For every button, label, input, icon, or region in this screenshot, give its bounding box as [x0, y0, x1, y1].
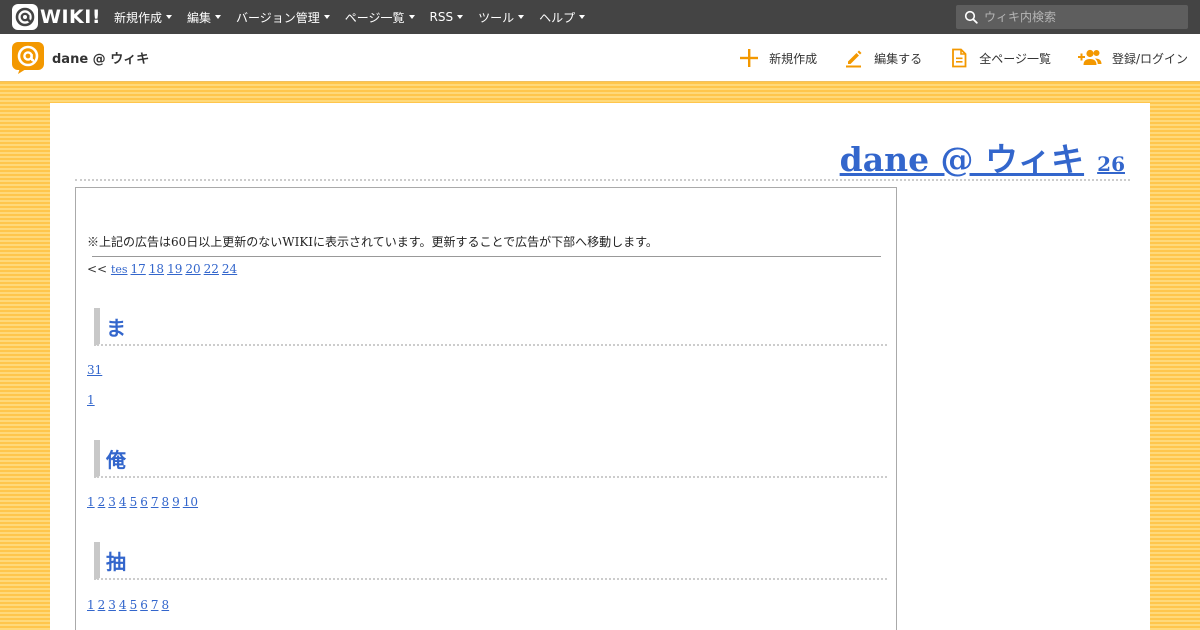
edit-page-button[interactable]: 編集する: [844, 48, 922, 68]
link-row: 12345678: [87, 598, 172, 612]
section-link[interactable]: 8: [161, 495, 169, 509]
action-label: 新規作成: [769, 51, 818, 66]
pencil-icon: [846, 50, 862, 68]
section-link[interactable]: 4: [119, 598, 127, 612]
content-area: dane @ ウィキ 26 ※上記の広告は60日以上更新のないWIKIに表示され…: [50, 103, 1150, 630]
menu-label: バージョン管理: [236, 10, 320, 25]
section-link[interactable]: 4: [119, 495, 127, 509]
document-icon: [952, 48, 967, 68]
section-link[interactable]: 31: [87, 363, 102, 377]
menu-label: 編集: [187, 10, 212, 25]
pager-link[interactable]: 17: [131, 262, 146, 276]
menu-tools[interactable]: ツール: [478, 9, 525, 26]
wiki-title-link[interactable]: dane @ ウィキ: [840, 140, 1084, 179]
section-link[interactable]: 2: [98, 598, 106, 612]
plus-icon: [740, 49, 759, 67]
link-row: 31: [87, 363, 105, 377]
menu-version[interactable]: バージョン管理: [236, 9, 330, 26]
caret-down-icon: [215, 15, 222, 19]
pager-link[interactable]: 20: [185, 262, 200, 276]
menu-label: 新規作成: [113, 10, 162, 25]
caret-down-icon: [518, 15, 525, 19]
menu-label: ページ一覧: [344, 10, 405, 25]
search-icon[interactable]: [964, 10, 978, 24]
link-row: 1 2 3 4 5 6 7 8 9 10: [87, 495, 201, 509]
caret-down-icon: [408, 15, 415, 19]
divider: [92, 256, 881, 257]
section-heading: 俺: [94, 440, 887, 478]
register-login-button[interactable]: 登録/ログイン: [1077, 48, 1188, 68]
pager-link[interactable]: tes: [111, 263, 128, 276]
top-menu: 新規作成 編集 バージョン管理 ページ一覧 RSS ツール ヘルプ: [114, 9, 600, 26]
site-logo-icon[interactable]: [12, 41, 44, 74]
section-link[interactable]: 3: [108, 598, 116, 612]
section-heading-text: ま: [106, 316, 126, 340]
caret-down-icon: [579, 15, 586, 19]
section-link[interactable]: 6: [140, 495, 148, 509]
caret-down-icon: [457, 15, 464, 19]
caret-down-icon: [323, 15, 330, 19]
menu-edit[interactable]: 編集: [187, 9, 222, 26]
section-link[interactable]: 7: [151, 598, 159, 612]
pager-link[interactable]: 24: [222, 262, 237, 276]
pager-prefix: <<: [87, 262, 108, 276]
user-add-icon: [1077, 49, 1102, 65]
section-link[interactable]: 1: [87, 598, 95, 612]
all-pages-button[interactable]: 全ページ一覧: [949, 48, 1051, 68]
site-header: dane @ ウィキ 新規作成 編集する 全ページ一覧 登録/ログイン: [0, 34, 1200, 82]
wiki-title-row: dane @ ウィキ 26: [75, 133, 1130, 181]
title-count-link[interactable]: 26: [1097, 152, 1125, 176]
section-heading: 抽: [94, 542, 887, 580]
pager-link[interactable]: 18: [149, 262, 164, 276]
header-actions: 新規作成 編集する 全ページ一覧 登録/ログイン: [739, 34, 1200, 82]
menu-label: RSS: [429, 10, 454, 24]
pager-link[interactable]: 22: [204, 262, 219, 276]
search-box: [956, 5, 1188, 29]
menu-label: ヘルプ: [539, 10, 576, 25]
atwiki-logo[interactable]: WIKI!: [12, 0, 101, 34]
action-label: 編集する: [874, 51, 923, 66]
section-link[interactable]: 7: [151, 495, 159, 509]
section-link[interactable]: 10: [183, 495, 198, 509]
caret-down-icon: [166, 15, 172, 19]
menu-page-list[interactable]: ページ一覧: [345, 9, 415, 26]
section-heading-text: 俺: [106, 448, 126, 472]
link-row: 1: [87, 393, 98, 407]
main-content-box: ※上記の広告は60日以上更新のないWIKIに表示されています。更新することで広告…: [75, 187, 897, 630]
section-link[interactable]: 9: [172, 495, 180, 509]
section-link[interactable]: 6: [140, 598, 148, 612]
section-heading: ま: [94, 308, 887, 346]
action-label: 全ページ一覧: [979, 51, 1051, 66]
section-link[interactable]: 5: [130, 495, 138, 509]
top-navigation-bar: WIKI! 新規作成 編集 バージョン管理 ページ一覧 RSS ツール ヘルプ: [0, 0, 1200, 34]
menu-label: ツール: [478, 10, 515, 25]
section-link[interactable]: 1: [87, 495, 95, 509]
section-link[interactable]: 2: [98, 495, 106, 509]
pager-link[interactable]: 19: [167, 262, 182, 276]
section-link[interactable]: 8: [161, 598, 169, 612]
search-input[interactable]: [984, 10, 1174, 24]
new-page-button[interactable]: 新規作成: [739, 48, 817, 68]
section-link[interactable]: 3: [108, 495, 116, 509]
section-link[interactable]: 1: [87, 393, 95, 407]
logo-text: WIKI!: [40, 6, 101, 28]
pager-links: << tes 17 18 19 20 22 24: [87, 262, 240, 276]
menu-rss[interactable]: RSS: [430, 9, 464, 26]
section-heading-text: 抽: [106, 550, 126, 574]
menu-help[interactable]: ヘルプ: [539, 9, 586, 26]
action-label: 登録/ログイン: [1111, 51, 1188, 66]
site-title[interactable]: dane @ ウィキ: [52, 48, 149, 67]
ad-notice-text: ※上記の広告は60日以上更新のないWIKIに表示されています。更新することで広告…: [87, 235, 658, 249]
section-link[interactable]: 5: [130, 598, 138, 612]
menu-new[interactable]: 新規作成: [114, 9, 172, 26]
at-sign-icon: [12, 4, 38, 30]
